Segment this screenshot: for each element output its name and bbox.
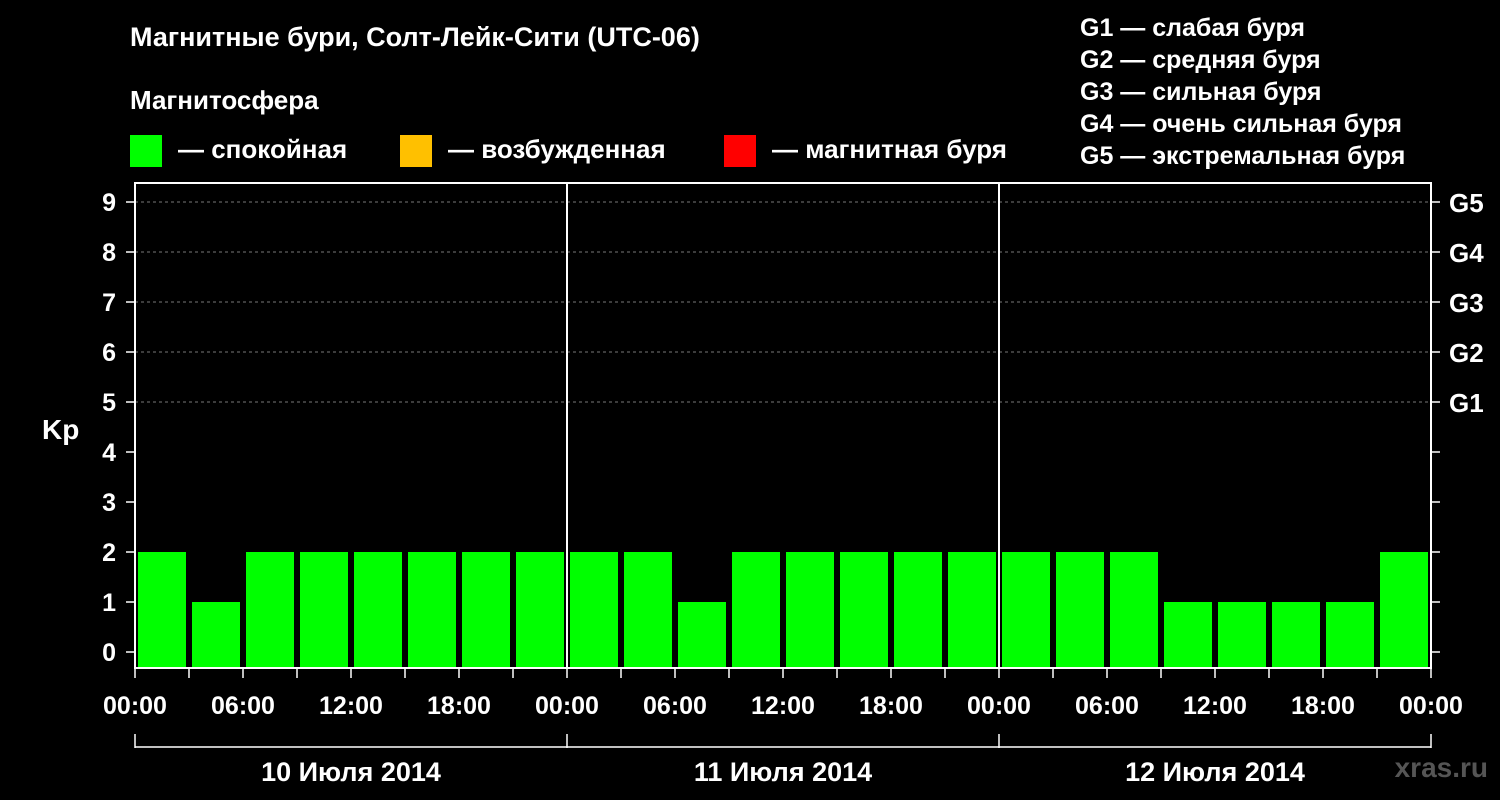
bar — [732, 552, 780, 668]
y-axis-label: Kp — [42, 414, 79, 445]
bar — [246, 552, 294, 668]
bar — [300, 552, 348, 668]
y-tick-label: 3 — [102, 489, 116, 517]
kp-bar-chart: 0 1 2 3 4 5 6 7 8 9 G1 G2 G3 G4 G5 Kp 00:00 06:00 12:00 18:… — [42, 182, 1484, 787]
x-tick-label: 06:00 — [643, 692, 707, 720]
bar — [948, 552, 996, 668]
y-tick-label: 0 — [102, 639, 116, 667]
bar — [462, 552, 510, 668]
bar — [1056, 552, 1104, 668]
bar — [678, 602, 726, 668]
g-level-label: G1 — [1449, 388, 1484, 418]
y-tick-label: 2 — [102, 539, 116, 567]
day-label: 10 Июля 2014 — [261, 757, 441, 787]
bar — [408, 552, 456, 668]
x-tick-label: 06:00 — [211, 692, 275, 720]
bar — [138, 552, 186, 668]
bar — [354, 552, 402, 668]
g-level-label: G2 — [1449, 338, 1484, 368]
bar — [1326, 602, 1374, 668]
y-tick-label: 5 — [102, 389, 116, 417]
y-tick-label: 9 — [102, 189, 116, 217]
x-tick-label: 18:00 — [427, 692, 491, 720]
x-tick-label: 18:00 — [1291, 692, 1355, 720]
bar — [786, 552, 834, 668]
x-tick-label: 12:00 — [1183, 692, 1247, 720]
bar — [516, 552, 564, 668]
bar — [1110, 552, 1158, 668]
g-level-label: G5 — [1449, 188, 1484, 218]
x-tick-label: 00:00 — [103, 692, 167, 720]
x-tick-label: 12:00 — [751, 692, 815, 720]
x-tick-label: 12:00 — [319, 692, 383, 720]
bar — [624, 552, 672, 668]
y-tick-label: 8 — [102, 239, 116, 267]
x-tick-label: 06:00 — [1075, 692, 1139, 720]
bar — [1218, 602, 1266, 668]
x-tick-label: 00:00 — [967, 692, 1031, 720]
y-tick-label: 6 — [102, 339, 116, 367]
g-level-label: G3 — [1449, 288, 1484, 318]
watermark: xras.ru — [1394, 752, 1488, 783]
x-tick-label: 00:00 — [1399, 692, 1463, 720]
day-label: 12 Июля 2014 — [1125, 757, 1305, 787]
y-tick-label: 1 — [102, 589, 116, 617]
y-tick-label: 7 — [102, 289, 116, 317]
bar — [1272, 602, 1320, 668]
bar — [1002, 552, 1050, 668]
g-level-label: G4 — [1449, 238, 1484, 268]
bar — [894, 552, 942, 668]
x-tick-label: 00:00 — [535, 692, 599, 720]
x-tick-label: 18:00 — [859, 692, 923, 720]
y-tick-label: 4 — [102, 439, 116, 467]
day-label: 11 Июля 2014 — [694, 757, 872, 787]
bar — [1164, 602, 1212, 668]
bar — [570, 552, 618, 668]
bar — [1380, 552, 1428, 668]
bar — [840, 552, 888, 668]
bar — [192, 602, 240, 668]
